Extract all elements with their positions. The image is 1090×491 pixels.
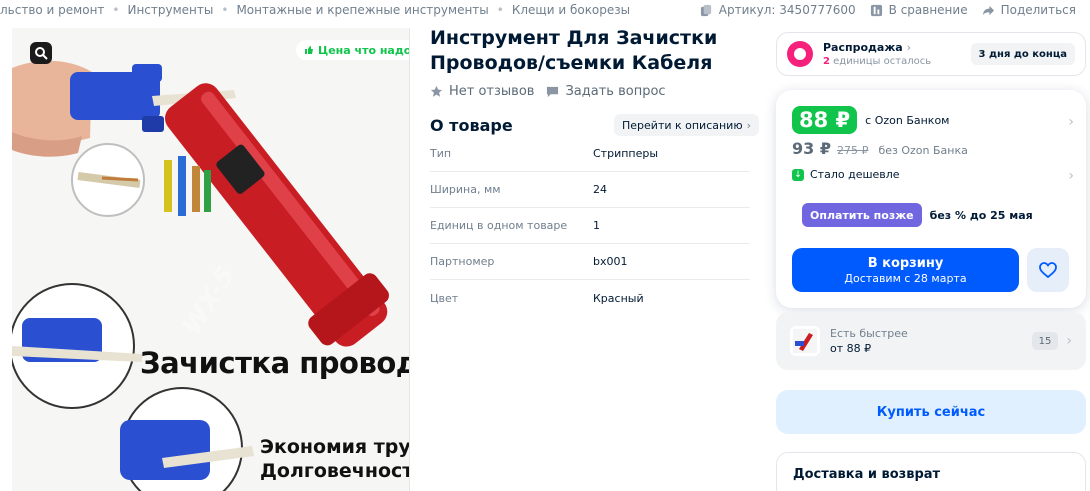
arrow-down-icon: ↓ [792, 168, 804, 181]
faster-price: от 88 ₽ [830, 342, 872, 355]
sale-countdown: 3 дня до конца [970, 43, 1075, 65]
faster-title: Есть быстрее [830, 327, 908, 340]
add-to-cart-button[interactable]: В корзину Доставим с 28 марта [792, 248, 1019, 292]
ozon-bank-label: с Ozon Банком [865, 113, 950, 127]
price-drop-label: Стало дешевле [810, 168, 900, 181]
image-caption-line1: Экономия труда [260, 436, 410, 458]
about-heading: О товаре [430, 116, 513, 135]
share-label: Поделиться [1000, 3, 1076, 17]
price-badge-label: Цена что надо [318, 43, 410, 57]
delivery-date-label: Доставим с 28 марта [844, 271, 967, 285]
star-icon [430, 85, 443, 97]
spec-key: Единиц в одном товаре [430, 219, 568, 232]
spec-value: Красный [593, 291, 644, 305]
price-badge[interactable]: Цена что надо › [296, 40, 410, 60]
price-drop-row[interactable]: ↓ Стало дешевле [792, 168, 900, 181]
favorite-button[interactable] [1027, 248, 1069, 292]
spec-key: Тип [430, 147, 452, 160]
review-bar: Нет отзывов Задать вопрос [430, 84, 666, 99]
spec-key: Партномер [430, 255, 495, 268]
breadcrumb-separator: • [112, 3, 120, 17]
sale-title: Распродажа › [823, 41, 911, 54]
breadcrumb-separator: • [221, 3, 229, 17]
regular-price: 93 ₽ [792, 139, 831, 158]
sale-units-count: 2 [823, 56, 830, 67]
chevron-right-icon: › [906, 41, 911, 54]
delivery-return-section[interactable]: Доставка и возврат [776, 452, 1086, 491]
ask-question-label: Задать вопрос [565, 84, 666, 99]
spec-row: Тип Стрипперы [430, 136, 750, 172]
spec-value: bx001 [593, 255, 628, 268]
regular-price-row: 93 ₽ 275 ₽ без Ozon Банка [792, 139, 968, 158]
add-to-cart-label: В корзину [867, 255, 944, 271]
thumbs-up-icon [305, 46, 313, 54]
spec-row: Цвет Красный [430, 280, 750, 316]
offer-thumbnail [790, 326, 820, 356]
product-gallery[interactable]: Цена что надо › WX-5 Зачистка проводов Э… [12, 28, 410, 491]
price-card: 88 ₽ с Ozon Банком › 93 ₽ 275 ₽ без Ozon… [776, 90, 1086, 308]
spec-row: Единиц в одном товаре 1 [430, 208, 750, 244]
product-title: Инструмент Для Зачистки Проводов/съемки … [430, 27, 718, 74]
article-number: Артикул: 3450777600 [718, 3, 856, 17]
go-to-description-label: Перейти к описанию [622, 118, 743, 132]
offer-count-badge: 15 [1031, 332, 1059, 350]
pay-later-terms: без % до 25 мая [929, 208, 1033, 222]
faster-delivery-offer[interactable]: Есть быстрее от 88 ₽ 15 › [776, 312, 1086, 370]
ozon-bank-price: 88 ₽ [792, 106, 858, 134]
ask-question-link[interactable]: Задать вопрос [546, 84, 666, 99]
breadcrumb-item[interactable]: льство и ремонт [0, 3, 104, 17]
share-icon [982, 5, 994, 15]
chevron-right-icon[interactable]: › [1068, 114, 1074, 130]
regular-price-label: без Ozon Банка [878, 144, 968, 157]
image-search-icon [35, 47, 48, 60]
chevron-right-icon: › [1066, 333, 1072, 349]
spec-value: Стрипперы [593, 147, 659, 160]
sale-units: 2 единицы осталось [823, 56, 931, 67]
chat-icon [547, 86, 559, 98]
compare-icon [870, 4, 882, 16]
compare-button[interactable]: В сравнение [870, 3, 968, 17]
go-to-description-button[interactable]: Перейти к описанию › [614, 114, 759, 136]
reviews-link[interactable]: Нет отзывов [430, 84, 534, 99]
old-price: 275 ₽ [836, 144, 869, 157]
sale-banner[interactable]: Распродажа › 2 единицы осталось 3 дня до… [776, 32, 1086, 76]
heart-icon [1039, 262, 1057, 278]
sale-units-text: единицы осталось [829, 56, 932, 67]
sale-logo-icon [787, 41, 813, 67]
pay-later-button[interactable]: Оплатить позже [802, 203, 922, 227]
chevron-right-icon[interactable]: › [1068, 168, 1074, 184]
share-button[interactable]: Поделиться [982, 3, 1076, 17]
image-search-badge[interactable] [30, 42, 52, 64]
spec-row: Ширина, мм 24 [430, 172, 750, 208]
spec-value: 1 [593, 219, 600, 232]
breadcrumb-separator: • [496, 3, 504, 17]
breadcrumb-item[interactable]: Монтажные и крепежные инструменты [236, 3, 488, 17]
spec-row: Партномер bx001 [430, 244, 750, 280]
ozon-bank-price-row[interactable]: 88 ₽ с Ozon Банком [792, 106, 949, 134]
breadcrumb: льство и ремонт • Инструменты • Монтажны… [0, 0, 630, 20]
product-meta-bar: Артикул: 3450777600 В сравнение Поделить… [700, 0, 1076, 20]
spec-value: 24 [593, 183, 607, 196]
spec-table: Тип Стрипперы Ширина, мм 24 Единиц в одном… [430, 136, 750, 316]
image-caption-main: Зачистка проводов [140, 346, 409, 380]
buy-now-button[interactable]: Купить сейчас [776, 390, 1086, 434]
pay-later-row: Оплатить позже без % до 25 мая [802, 203, 1033, 227]
image-caption-line2: Долговечность [260, 460, 410, 482]
spec-key: Цвет [430, 291, 459, 305]
article-copy[interactable]: Артикул: 3450777600 [700, 3, 856, 17]
spec-key: Ширина, мм [430, 183, 501, 196]
chevron-right-icon: › [746, 118, 751, 132]
breadcrumb-item[interactable]: Клещи и бокорезы [512, 3, 630, 17]
product-image [12, 28, 409, 491]
breadcrumb-item[interactable]: Инструменты [127, 3, 213, 17]
reviews-label: Нет отзывов [449, 84, 535, 99]
compare-label: В сравнение [888, 3, 968, 17]
copy-icon [700, 4, 711, 16]
